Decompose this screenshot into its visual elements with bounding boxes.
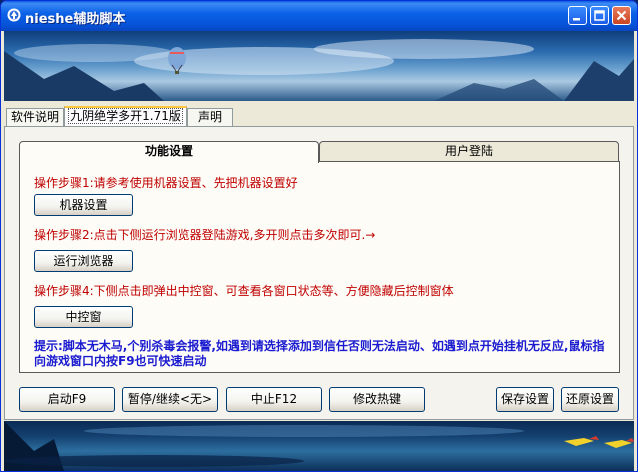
machine-settings-button[interactable]: 机器设置 (34, 194, 133, 216)
step-1-text: 操作步骤1:请参考使用机器设置、先把机器设置好 (34, 176, 298, 190)
step-2-text: 操作步骤2:点击下侧运行浏览器登陆游戏,多开则点击多次即可.→ (34, 228, 376, 242)
restore-settings-button[interactable]: 还原设置 (561, 387, 619, 412)
tab-label: 功能设置 (144, 144, 193, 158)
title-bar[interactable]: nieshe辅助脚本 (1, 1, 637, 31)
minimize-button[interactable] (568, 6, 587, 25)
tab-label: 软件说明 (10, 110, 59, 124)
tab-software-info[interactable]: 软件说明 (6, 108, 64, 126)
header-banner-image (4, 31, 634, 101)
stop-button[interactable]: 中止F12 (226, 387, 322, 412)
tab-user-login[interactable]: 用户登陆 (319, 141, 619, 162)
run-browser-button[interactable]: 运行浏览器 (34, 250, 133, 272)
night-scenery-illustration (4, 421, 634, 471)
minimize-icon (573, 18, 580, 21)
control-window-button[interactable]: 中控窗 (34, 306, 133, 328)
window-title: nieshe辅助脚本 (25, 12, 126, 27)
app-icon (7, 8, 21, 22)
hint-text: 提示:脚本无木马,个别杀毒会报警,如遇到请选择添加到信任否则无法启动、如遇到点开… (34, 339, 605, 368)
tab-label: 声明 (197, 110, 222, 124)
tab-label: 用户登陆 (444, 144, 493, 158)
maximize-button[interactable] (590, 6, 609, 25)
footer-banner-image (4, 421, 634, 471)
app-window: nieshe辅助脚本 软件说明 九阴绝学多开1.71版 声明 功能设置 用户登陆… (0, 0, 638, 472)
start-button[interactable]: 启动F9 (19, 387, 115, 412)
close-icon (616, 10, 627, 21)
flying-paper-boat-decoration (564, 436, 634, 448)
tab-statement[interactable]: 声明 (187, 108, 233, 126)
tab-version[interactable]: 九阴绝学多开1.71版 (64, 106, 187, 127)
sky-scenery-illustration (4, 39, 634, 101)
pause-resume-button[interactable]: 暂停/继续<无> (122, 387, 218, 412)
tab-function-settings[interactable]: 功能设置 (19, 141, 319, 163)
close-button[interactable] (612, 6, 631, 25)
modify-hotkey-button[interactable]: 修改热键 (329, 387, 425, 412)
save-settings-button[interactable]: 保存设置 (496, 387, 554, 412)
step-4-text: 操作步骤4:下侧点击即弹出中控窗、可查看各窗口状态等、方便隐藏后控制窗体 (34, 284, 454, 298)
maximize-icon (594, 10, 605, 21)
tab-label: 九阴绝学多开1.71版 (68, 108, 183, 124)
